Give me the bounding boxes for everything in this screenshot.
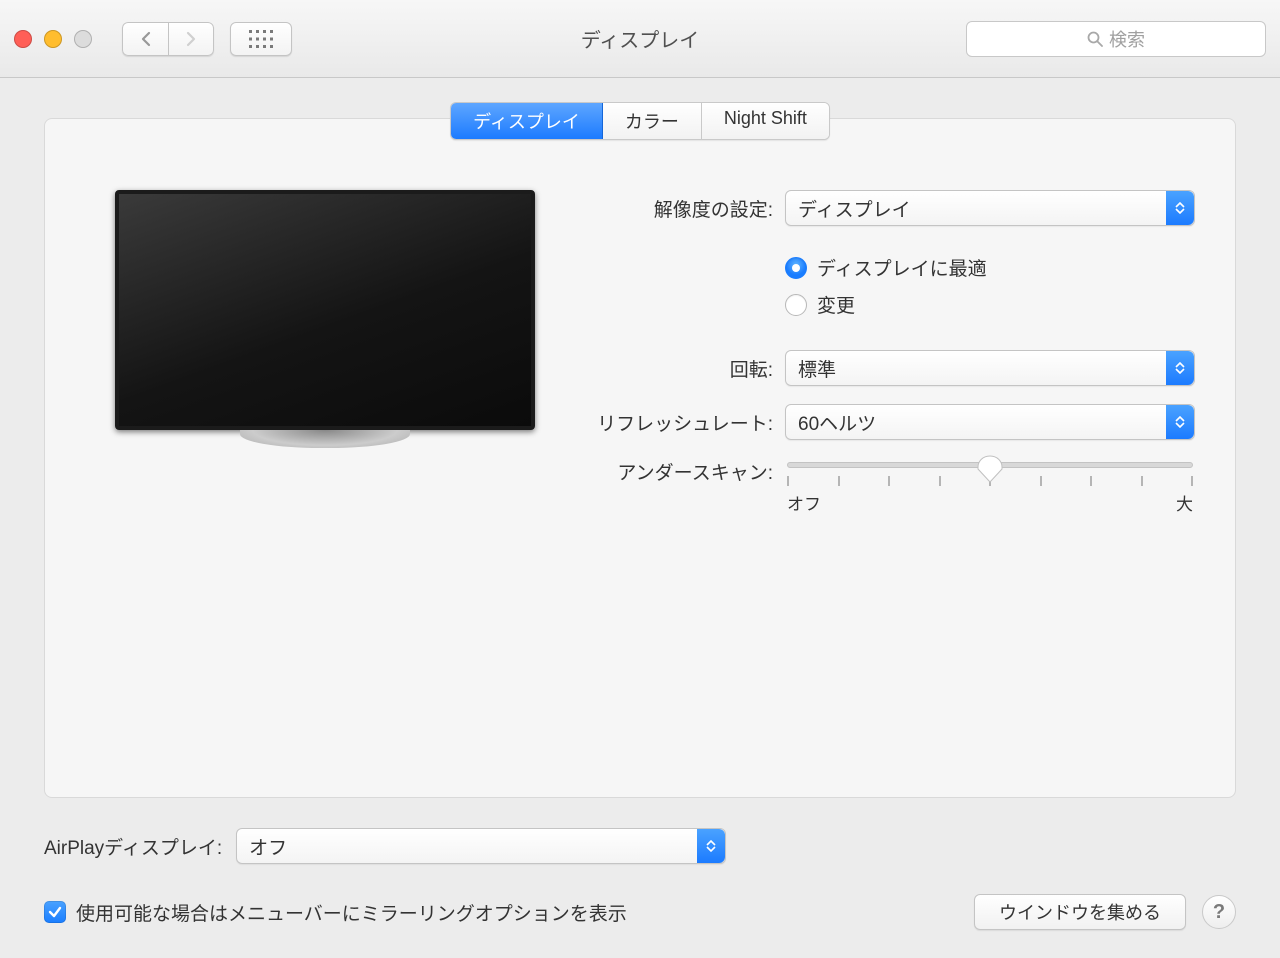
refresh-rate-value: 60ヘルツ: [798, 409, 876, 436]
radio-scaled[interactable]: 変更: [785, 291, 1195, 318]
window-controls: [14, 30, 92, 48]
underscan-min-label: オフ: [787, 490, 821, 515]
rotation-label: 回転:: [555, 355, 785, 382]
radio-best-label: ディスプレイに最適: [817, 254, 987, 281]
search-icon: [1087, 31, 1103, 47]
refresh-rate-label: リフレッシュレート:: [555, 409, 785, 436]
chevron-left-icon: [140, 31, 152, 47]
show-mirroring-checkbox[interactable]: 使用可能な場合はメニューバーにミラーリングオプションを表示: [44, 899, 627, 926]
close-button[interactable]: [14, 30, 32, 48]
tab-night-shift[interactable]: Night Shift: [702, 103, 829, 139]
show-all-button[interactable]: [230, 22, 292, 56]
grid-icon: [249, 30, 273, 48]
back-button[interactable]: [122, 22, 168, 56]
tab-bar: ディスプレイ カラー Night Shift: [45, 102, 1235, 140]
select-arrows-icon: [1166, 191, 1194, 225]
monitor-stand-icon: [240, 430, 410, 448]
help-button[interactable]: ?: [1202, 895, 1236, 929]
radio-selected-icon: [785, 257, 807, 279]
resolution-select-value: ディスプレイ: [798, 195, 911, 222]
chevron-right-icon: [185, 31, 197, 47]
monitor-screen-icon: [115, 190, 535, 430]
select-arrows-icon: [1166, 351, 1194, 385]
resolution-select[interactable]: ディスプレイ: [785, 190, 1195, 226]
rotation-select-value: 標準: [798, 355, 836, 382]
radio-unselected-icon: [785, 294, 807, 316]
refresh-rate-select[interactable]: 60ヘルツ: [785, 404, 1195, 440]
airplay-label: AirPlayディスプレイ:: [44, 833, 222, 860]
select-arrows-icon: [1166, 405, 1194, 439]
underscan-max-label: 大: [1176, 490, 1193, 515]
underscan-slider[interactable]: オフ 大: [785, 458, 1195, 515]
monitor-preview: [95, 190, 555, 533]
rotation-select[interactable]: 標準: [785, 350, 1195, 386]
airplay-select[interactable]: オフ: [236, 828, 726, 864]
slider-thumb-icon: [977, 455, 1003, 483]
titlebar: ディスプレイ 検索: [0, 0, 1280, 78]
radio-scaled-label: 変更: [817, 291, 855, 318]
show-mirroring-label: 使用可能な場合はメニューバーにミラーリングオプションを表示: [76, 899, 627, 926]
nav-group: [122, 22, 214, 56]
tab-display[interactable]: ディスプレイ: [451, 103, 603, 139]
settings-panel: ディスプレイ カラー Night Shift 解像度の設定: ディスプレイ: [44, 118, 1236, 798]
search-placeholder: 検索: [1109, 26, 1145, 52]
airplay-value: オフ: [249, 833, 287, 860]
checkbox-checked-icon: [44, 901, 66, 923]
minimize-button[interactable]: [44, 30, 62, 48]
search-field[interactable]: 検索: [966, 21, 1266, 57]
radio-best-for-display[interactable]: ディスプレイに最適: [785, 254, 1195, 281]
zoom-button: [74, 30, 92, 48]
gather-windows-button[interactable]: ウインドウを集める: [974, 894, 1186, 930]
select-arrows-icon: [697, 829, 725, 863]
resolution-label: 解像度の設定:: [555, 195, 785, 222]
tab-color[interactable]: カラー: [603, 103, 702, 139]
forward-button[interactable]: [168, 22, 214, 56]
underscan-label: アンダースキャン:: [555, 458, 785, 485]
